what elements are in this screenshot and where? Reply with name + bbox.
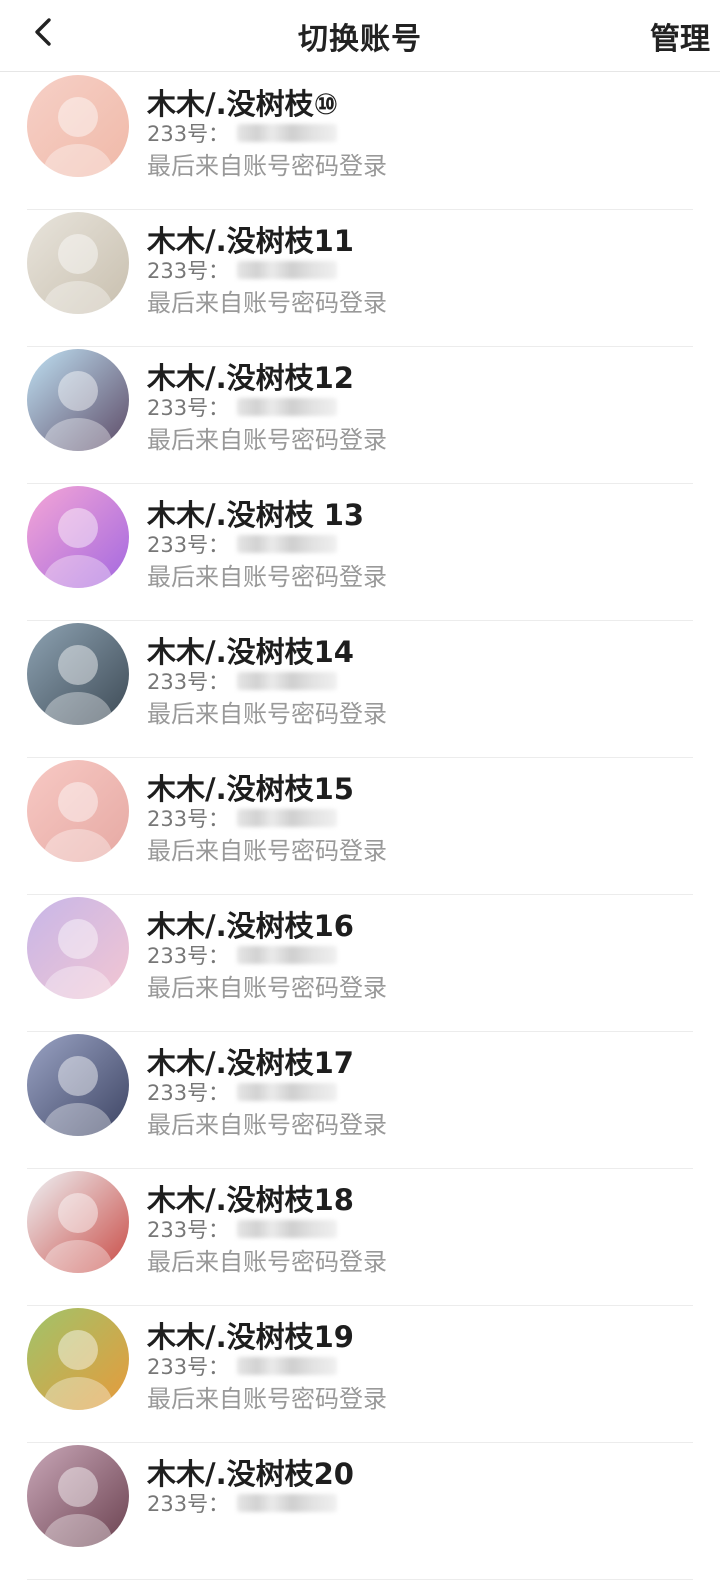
login-method: 最后来自账号密码登录 (147, 837, 387, 865)
account-item[interactable]: 木木/.没树枝 13 233号： 最后来自账号密码登录 (0, 484, 720, 621)
login-method: 最后来自账号密码登录 (147, 1111, 387, 1139)
account-item[interactable]: 木木/.没树枝11 233号： 最后来自账号密码登录 (0, 210, 720, 347)
manage-button[interactable]: 管理 (650, 14, 710, 58)
login-method: 最后来自账号密码登录 (147, 152, 387, 180)
redacted-id (237, 124, 338, 142)
account-item[interactable]: 木木/.没树枝14 233号： 最后来自账号密码登录 (0, 621, 720, 758)
redacted-id (237, 1083, 338, 1101)
avatar (27, 760, 129, 862)
avatar (27, 623, 129, 725)
account-name: 木木/.没树枝20 (147, 1457, 354, 1491)
login-method: 最后来自账号密码登录 (147, 563, 387, 591)
account-id-label: 233号： (147, 533, 230, 557)
avatar (27, 349, 129, 451)
account-name: 木木/.没树枝19 (147, 1320, 354, 1354)
redacted-id (237, 1494, 338, 1512)
account-id-label: 233号： (147, 259, 230, 283)
account-id-label: 233号： (147, 670, 230, 694)
account-name: 木木/.没树枝15 (147, 772, 354, 806)
account-id-row: 233号： (147, 1077, 338, 1107)
account-id-label: 233号： (147, 807, 230, 831)
account-item[interactable]: 木木/.没树枝19 233号： 最后来自账号密码登录 (0, 1306, 720, 1443)
account-id-row: 233号： (147, 529, 338, 559)
account-id-label: 233号： (147, 1355, 230, 1379)
avatar (27, 1308, 129, 1410)
account-id-label: 233号： (147, 944, 230, 968)
account-name: 木木/.没树枝⑩ (147, 87, 339, 121)
login-method: 最后来自账号密码登录 (147, 700, 387, 728)
account-name: 木木/.没树枝12 (147, 361, 354, 395)
account-name: 木木/.没树枝16 (147, 909, 354, 943)
account-name: 木木/.没树枝17 (147, 1046, 354, 1080)
account-id-row: 233号： (147, 255, 338, 285)
account-id-label: 233号： (147, 1218, 230, 1242)
account-id-row: 233号： (147, 803, 338, 833)
header-bar: 切换账号 管理 (0, 0, 720, 72)
avatar (27, 1034, 129, 1136)
redacted-id (237, 261, 338, 279)
account-id-row: 233号： (147, 1351, 338, 1381)
avatar (27, 1171, 129, 1273)
account-id-row: 233号： (147, 940, 338, 970)
account-item[interactable]: 木木/.没树枝⑩ 233号： 最后来自账号密码登录 (0, 73, 720, 210)
account-name: 木木/.没树枝18 (147, 1183, 354, 1217)
page-title: 切换账号 (298, 22, 422, 57)
avatar (27, 1445, 129, 1547)
avatar (27, 212, 129, 314)
account-id-label: 233号： (147, 122, 230, 146)
redacted-id (237, 1220, 338, 1238)
redacted-id (237, 809, 338, 827)
account-item[interactable]: 木木/.没树枝16 233号： 最后来自账号密码登录 (0, 895, 720, 1032)
login-method: 最后来自账号密码登录 (147, 289, 387, 317)
account-id-row: 233号： (147, 118, 338, 148)
account-name: 木木/.没树枝 13 (147, 498, 365, 532)
redacted-id (237, 946, 338, 964)
login-method: 最后来自账号密码登录 (147, 1248, 387, 1276)
account-name: 木木/.没树枝11 (147, 224, 354, 258)
avatar (27, 897, 129, 999)
account-id-row: 233号： (147, 1214, 338, 1244)
account-list: 木木/.没树枝⑩ 233号： 最后来自账号密码登录 木木/.没树枝11 233号： 最后来… (0, 73, 720, 1580)
account-item[interactable]: 木木/.没树枝12 233号： 最后来自账号密码登录 (0, 347, 720, 484)
redacted-id (237, 535, 338, 553)
account-id-row: 233号： (147, 666, 338, 696)
login-method: 最后来自账号密码登录 (147, 974, 387, 1002)
redacted-id (237, 398, 338, 416)
account-name: 木木/.没树枝14 (147, 635, 354, 669)
account-item[interactable]: 木木/.没树枝17 233号： 最后来自账号密码登录 (0, 1032, 720, 1169)
redacted-id (237, 1357, 338, 1375)
login-method: 最后来自账号密码登录 (147, 426, 387, 454)
account-id-row: 233号： (147, 392, 338, 422)
avatar (27, 486, 129, 588)
account-id-label: 233号： (147, 396, 230, 420)
redacted-id (237, 672, 338, 690)
account-id-label: 233号： (147, 1081, 230, 1105)
login-method: 最后来自账号密码登录 (147, 1385, 387, 1413)
avatar (27, 75, 129, 177)
account-item[interactable]: 木木/.没树枝18 233号： 最后来自账号密码登录 (0, 1169, 720, 1306)
account-item[interactable]: 木木/.没树枝20 233号： (0, 1443, 720, 1580)
account-item[interactable]: 木木/.没树枝15 233号： 最后来自账号密码登录 (0, 758, 720, 895)
